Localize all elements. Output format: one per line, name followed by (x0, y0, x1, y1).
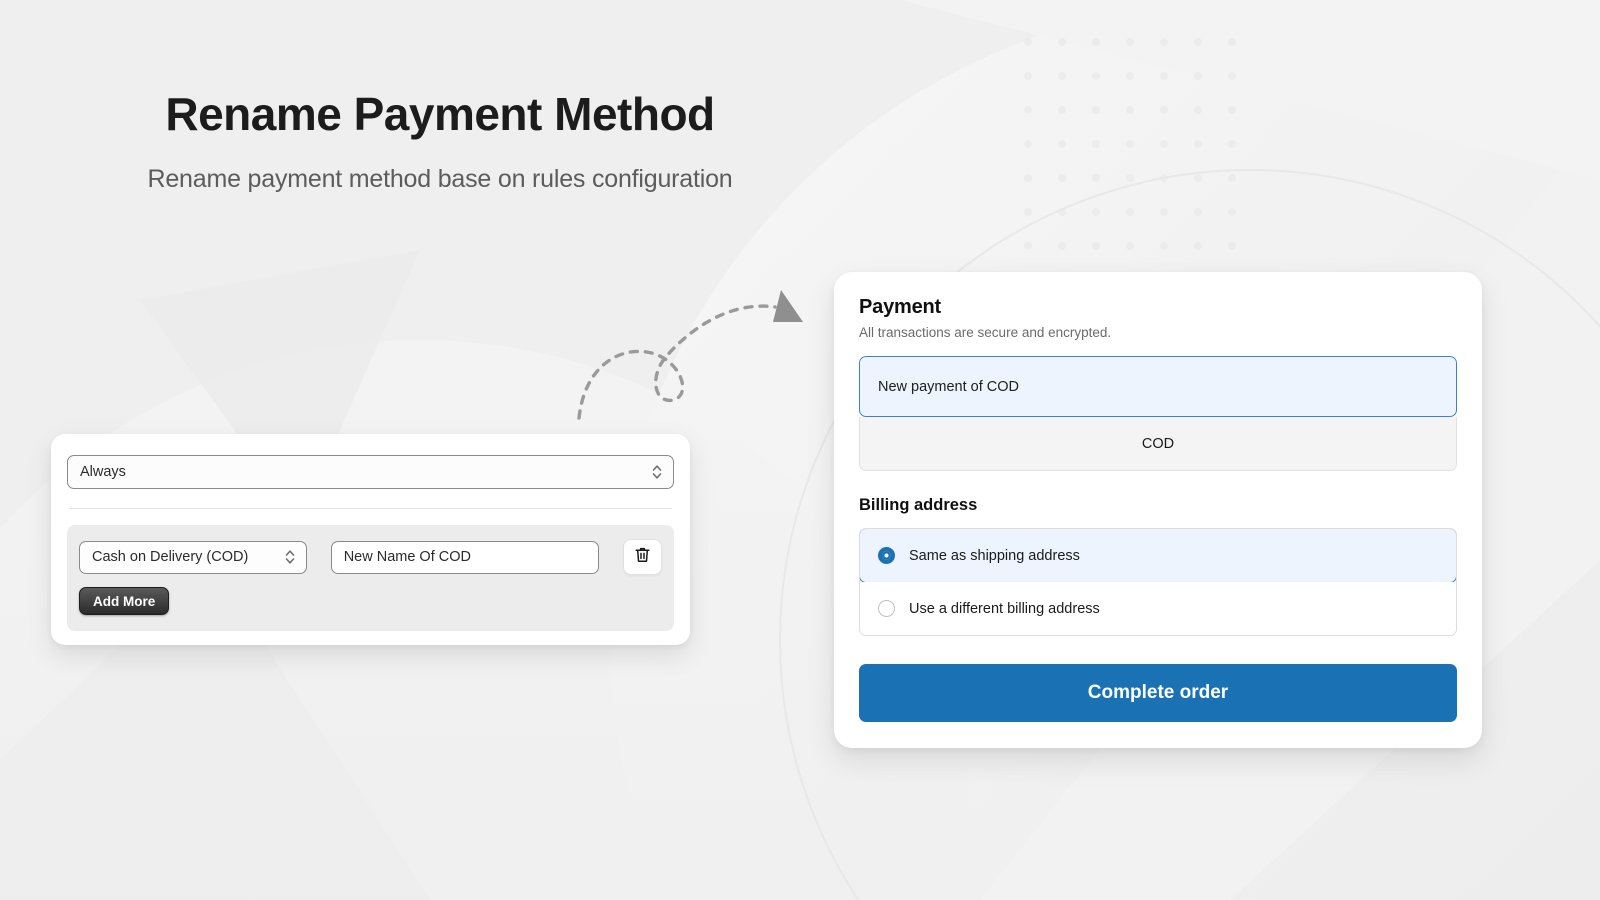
payment-method-selected-label: New payment of COD (878, 378, 1020, 395)
new-name-input[interactable] (330, 540, 599, 574)
billing-option-same-as-shipping[interactable]: Same as shipping address (860, 529, 1456, 583)
payment-subheading: All transactions are secure and encrypte… (859, 325, 1112, 340)
billing-address-heading: Billing address (859, 496, 978, 514)
payment-method-select[interactable]: Cash on Delivery (COD) (79, 540, 307, 574)
billing-option-different-address[interactable]: Use a different billing address (860, 582, 1456, 635)
payment-method-selected-row[interactable]: New payment of COD (859, 356, 1457, 417)
rule-panel: Cash on Delivery (COD) New Name Of COD A… (67, 525, 674, 631)
payment-method-body-label: COD (1141, 435, 1175, 452)
billing-option-label: Use a different billing address (909, 600, 1100, 617)
complete-order-button[interactable]: Complete order (859, 664, 1457, 722)
payment-card: Payment All transactions are secure and … (834, 272, 1482, 748)
payment-method-options: New payment of COD COD (859, 356, 1457, 471)
rule-row: Cash on Delivery (COD) (79, 539, 662, 575)
page-title: Rename Payment Method (165, 88, 715, 140)
radio-unselected-icon[interactable] (878, 600, 895, 617)
dashed-curved-arrow-icon (575, 282, 825, 422)
add-more-button[interactable]: Add More (79, 587, 170, 615)
rules-divider (69, 508, 672, 509)
condition-select-value: Always (80, 464, 126, 480)
stepper-chevron-icon (284, 548, 296, 566)
page-subtitle: Rename payment method base on rules conf… (147, 164, 733, 193)
billing-option-label: Same as shipping address (909, 547, 1080, 564)
billing-address-options: Same as shipping address Use a different… (859, 528, 1457, 636)
stepper-chevron-icon (651, 463, 663, 481)
payment-heading: Payment (859, 296, 941, 318)
payment-method-body: COD (859, 417, 1457, 471)
page-header: Rename Payment Method Rename payment met… (0, 88, 880, 194)
delete-rule-button[interactable] (622, 539, 662, 575)
radio-selected-icon[interactable] (878, 547, 895, 564)
condition-select[interactable]: Always (67, 455, 674, 489)
payment-method-select-value: Cash on Delivery (COD) (92, 549, 249, 565)
rules-configuration-card: Always Cash on Delivery (COD) New Name O… (51, 434, 690, 645)
trash-icon (634, 546, 651, 569)
